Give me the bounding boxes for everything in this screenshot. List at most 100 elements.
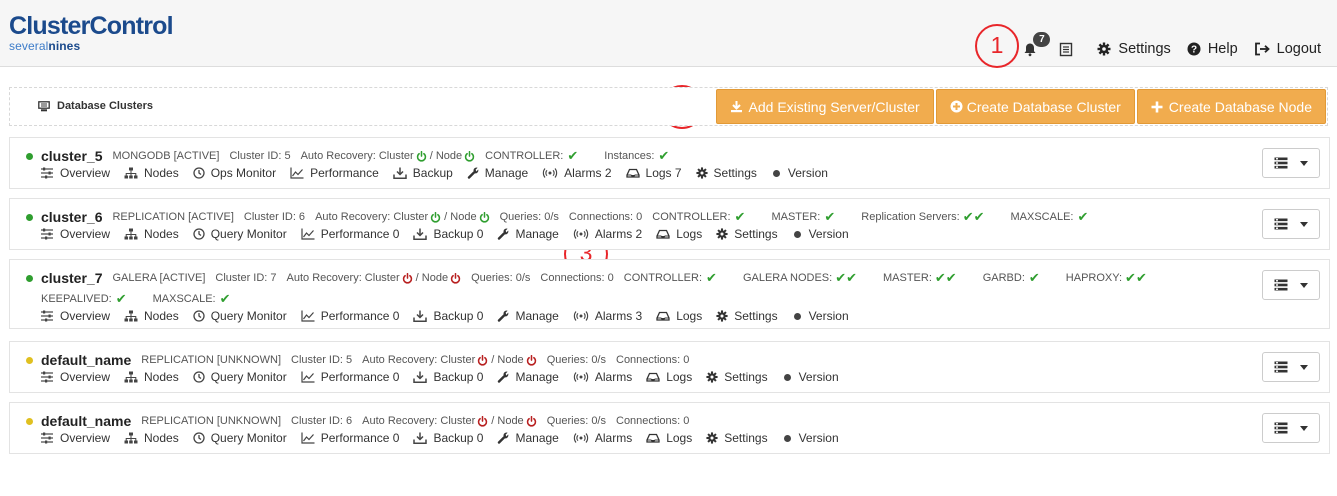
node-recovery-power-icon[interactable] [464,151,475,162]
cluster-name[interactable]: cluster_5 [41,148,102,164]
tab-overview[interactable]: Overview [40,370,110,384]
tab-manage[interactable]: Manage [497,227,559,241]
clusters-toolbar: Database Clusters Add Existing Server/Cl… [9,87,1328,126]
cluster-name[interactable]: default_name [41,413,131,429]
tab-logs[interactable]: Logs [646,431,692,445]
tab-nodes[interactable]: Nodes [124,227,179,241]
create-node-button[interactable]: Create Database Node [1136,89,1326,124]
server-list-icon [1274,422,1288,434]
tab-overview[interactable]: Overview [40,431,110,445]
tab-performance[interactable]: Performance 0 [301,309,399,323]
tab-backup[interactable]: Backup 0 [413,227,483,241]
cluster-actions-dropdown[interactable] [1262,413,1320,443]
cluster-actions-dropdown[interactable] [1262,209,1320,239]
tab-performance[interactable]: Performance 0 [301,431,399,445]
cluster-name[interactable]: cluster_6 [41,209,102,225]
cluster-recovery-power-icon[interactable] [477,355,488,366]
tab-settings[interactable]: Settings [716,309,778,323]
cluster-recovery-power-icon[interactable] [402,273,413,284]
tab-overview[interactable]: Overview [40,166,110,180]
tab-manage[interactable]: Manage [497,309,559,323]
tab-monitor[interactable]: Query Monitor [193,227,287,241]
add-existing-cluster-button[interactable]: Add Existing Server/Cluster [715,89,934,124]
check-icon: ✔ [824,209,836,224]
cluster-name[interactable]: cluster_7 [41,270,102,286]
tab-performance[interactable]: Performance 0 [301,227,399,241]
cluster-recovery-power-icon[interactable] [430,212,441,223]
tab-backup[interactable]: Backup 0 [413,370,483,384]
tab-logs[interactable]: Logs [656,309,702,323]
tab-version[interactable]: Version [782,431,839,445]
tab-logs[interactable]: Logs [656,227,702,241]
cluster-actions-dropdown[interactable] [1262,352,1320,382]
inbox-icon [656,229,670,239]
tab-version[interactable]: Version [782,370,839,384]
logout-link[interactable]: Logout [1254,41,1321,57]
wrench-icon [497,371,509,383]
cluster-recovery-power-icon[interactable] [477,416,488,427]
tab-manage[interactable]: Manage [467,166,528,180]
tab-logs[interactable]: Logs 7 [626,166,682,180]
annotation-marker-1: 1 [975,24,1019,68]
node-recovery-power-icon[interactable] [526,416,537,427]
tab-settings[interactable]: Settings [706,431,768,445]
plus-icon [1151,101,1163,112]
node-recovery-power-icon[interactable] [479,212,490,223]
tab-alarms[interactable]: Alarms 2 [542,166,612,180]
node-recovery-label: / Node [491,354,524,366]
tab-monitor[interactable]: Query Monitor [193,309,287,323]
tab-backup[interactable]: Backup [393,166,453,180]
cluster-type: MONGODB [ACTIVE] [112,150,220,162]
tab-manage[interactable]: Manage [497,431,559,445]
broadcast-icon [542,168,558,178]
caret-down-icon [1300,160,1308,166]
download-icon [413,310,427,322]
tab-nodes[interactable]: Nodes [124,166,179,180]
node-recovery-power-icon[interactable] [526,355,537,366]
clustercontrol-logo[interactable]: ClusterControl severalnines [9,14,174,53]
tab-version[interactable]: Version [792,309,849,323]
help-link[interactable]: ? Help [1187,41,1238,57]
cluster-actions-dropdown[interactable] [1262,270,1320,300]
cluster-summary-row-continued: KEEPALIVED: ✔ MAXSCALE: ✔ [41,291,231,306]
cluster-recovery-power-icon[interactable] [416,151,427,162]
tab-performance[interactable]: Performance 0 [301,370,399,384]
tab-overview[interactable]: Overview [40,309,110,323]
tab-alarms[interactable]: Alarms 2 [573,227,642,241]
tab-version[interactable]: Version [771,166,828,180]
inbox-icon [646,372,660,382]
cluster-name[interactable]: default_name [41,352,131,368]
create-cluster-button[interactable]: Create Database Cluster [935,89,1135,124]
tab-logs[interactable]: Logs [646,370,692,384]
tab-backup[interactable]: Backup 0 [413,431,483,445]
tab-nodes[interactable]: Nodes [124,370,179,384]
sliders-icon [40,310,54,322]
gear-icon [716,228,728,240]
settings-link[interactable]: Settings [1097,41,1171,57]
tab-backup[interactable]: Backup 0 [413,309,483,323]
cluster-actions-dropdown[interactable] [1262,148,1320,178]
caret-down-icon [1300,425,1308,431]
cluster-tabs: Overview Nodes Query Monitor Performance… [40,431,853,445]
tab-version[interactable]: Version [792,227,849,241]
tab-nodes[interactable]: Nodes [124,431,179,445]
tab-performance[interactable]: Performance [290,166,379,180]
connections-count: Connections: 0 [616,354,690,366]
tab-monitor[interactable]: Query Monitor [193,431,287,445]
tab-settings[interactable]: Settings [716,227,778,241]
tab-manage[interactable]: Manage [497,370,559,384]
tab-alarms[interactable]: Alarms [573,431,632,445]
broadcast-icon [573,311,589,321]
tab-settings[interactable]: Settings [696,166,757,180]
notifications-button[interactable]: 7 [1023,31,1051,57]
activity-log-button[interactable] [1059,42,1073,57]
tab-alarms[interactable]: Alarms [573,370,632,384]
tab-monitor[interactable]: Ops Monitor [193,166,276,180]
tab-nodes[interactable]: Nodes [124,309,179,323]
node-recovery-power-icon[interactable] [450,273,461,284]
inbox-icon [656,311,670,321]
tab-settings[interactable]: Settings [706,370,768,384]
tab-alarms[interactable]: Alarms 3 [573,309,642,323]
tab-overview[interactable]: Overview [40,227,110,241]
tab-monitor[interactable]: Query Monitor [193,370,287,384]
